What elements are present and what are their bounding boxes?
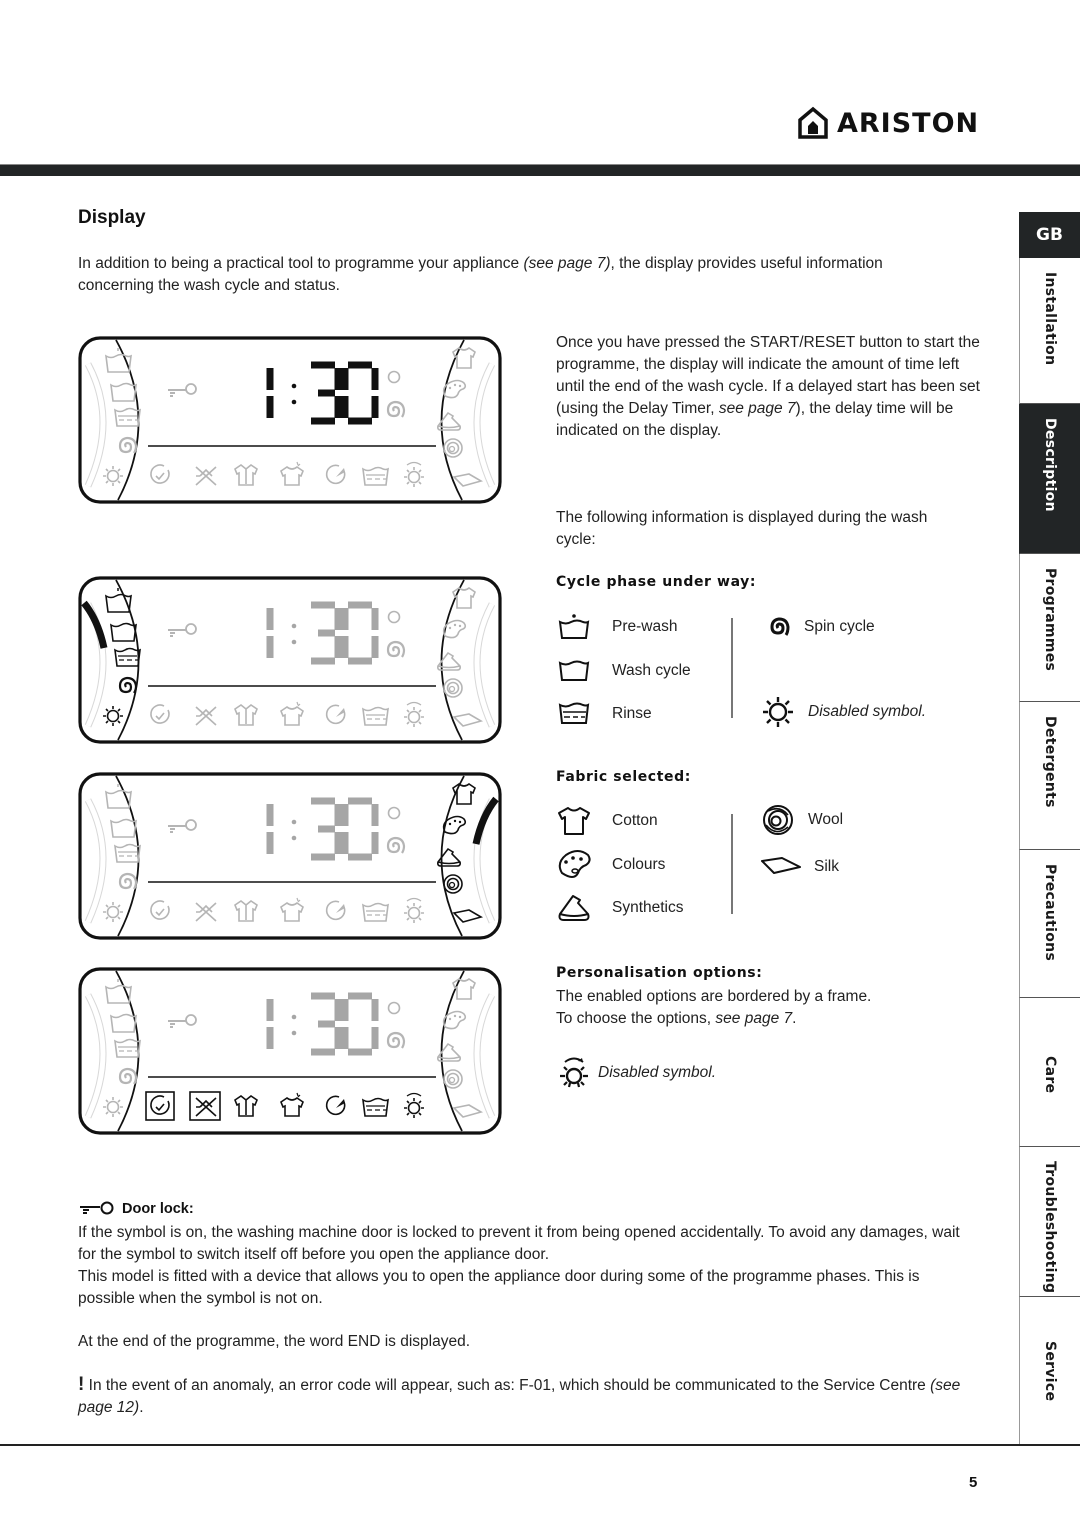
- legend-spin: Spin cycle: [760, 612, 875, 642]
- cycle-phase-heading: Cycle phase under way:: [556, 574, 757, 590]
- legend-label: Disabled symbol.: [598, 1064, 717, 1081]
- legend-disabled: Disabled symbol.: [760, 697, 926, 727]
- door-lock-key-icon: [80, 1201, 114, 1215]
- personalisation-heading: Personalisation options:: [556, 965, 763, 981]
- legend-option-disabled: Disabled symbol.: [556, 1057, 717, 1088]
- column-divider: [731, 618, 733, 718]
- legend-label: Wash cycle: [612, 662, 691, 679]
- house-logo-icon: [798, 106, 828, 139]
- legend-label: Spin cycle: [804, 618, 875, 635]
- colon-dot: [291, 639, 297, 645]
- display-explanation: Once you have pressed the START/RESET bu…: [556, 332, 991, 442]
- legend-prewash: Pre-wash: [556, 612, 677, 642]
- header-bar: [0, 164, 1080, 176]
- display-panel-fabric: [78, 772, 502, 940]
- tab-service[interactable]: Service: [1019, 1297, 1080, 1445]
- prewash-tub-icon: [556, 612, 592, 642]
- tab-description[interactable]: Description: [1019, 404, 1080, 554]
- rinse-tub-icon: [556, 699, 592, 729]
- tab-installation[interactable]: Installation: [1019, 258, 1080, 404]
- tab-detergents[interactable]: Detergents: [1019, 702, 1080, 850]
- legend-silk: Silk: [760, 852, 839, 882]
- tab-troubleshooting[interactable]: Troubleshooting: [1019, 1147, 1080, 1297]
- legend-label: Synthetics: [612, 899, 684, 916]
- page-number: 5: [969, 1474, 978, 1491]
- page-reference: (see page 7): [523, 255, 611, 272]
- intro-paragraph: In addition to being a practical tool to…: [78, 253, 958, 297]
- door-lock-paragraph-1: If the symbol is on, the washing machine…: [78, 1224, 960, 1263]
- legend-colours: Colours: [556, 850, 665, 880]
- tab-precautions[interactable]: Precautions: [1019, 850, 1080, 998]
- page-title: Display: [78, 207, 146, 228]
- silk-icon: [760, 852, 802, 882]
- legend-label: Cotton: [612, 812, 658, 829]
- legend-label: Disabled symbol.: [808, 703, 927, 720]
- column-divider: [731, 814, 733, 914]
- legend-label: Wool: [808, 811, 844, 828]
- legend-label: Pre-wash: [612, 618, 678, 635]
- intro-text: In addition to being a practical tool to…: [78, 255, 524, 272]
- tab-label: Installation: [1042, 272, 1058, 366]
- legend-synthetics: Synthetics: [556, 893, 684, 923]
- colon-dot: [291, 1014, 297, 1020]
- wool-icon: [760, 805, 796, 835]
- ariston-logo: ARISTON: [797, 106, 979, 140]
- personalisation-text: To choose the options,: [556, 1010, 716, 1027]
- door-lock-title: Door lock:: [122, 1201, 194, 1217]
- personalisation-note: The enabled options are bordered by a fr…: [556, 988, 872, 1005]
- warning-note: ! In the event of an anomaly, an error c…: [78, 1374, 978, 1419]
- page-reference: see page 7: [718, 400, 796, 417]
- colon-dot: [291, 623, 297, 629]
- cotton-shirt-icon: [556, 806, 592, 836]
- legend-cotton: Cotton: [556, 806, 658, 836]
- warning-text-end: .: [139, 1399, 144, 1416]
- colon-dot: [291, 835, 297, 841]
- display-frame: [78, 772, 502, 940]
- tab-label: Care: [1042, 1056, 1058, 1094]
- legend-wool: Wool: [760, 805, 843, 835]
- legend-rinse: Rinse: [556, 699, 652, 729]
- colon-dot: [291, 399, 297, 405]
- tab-programmes[interactable]: Programmes: [1019, 554, 1080, 702]
- legend-label: Colours: [612, 856, 666, 873]
- colours-palette-icon: [556, 850, 592, 880]
- warning-text: In the event of an anomaly, an error cod…: [84, 1377, 931, 1394]
- personalisation-text-end: .: [792, 1010, 797, 1027]
- footer-rule: [0, 1444, 1080, 1446]
- display-panel-phase: [78, 576, 502, 744]
- display-panel-options: [78, 967, 502, 1135]
- tab-label: Precautions: [1042, 864, 1058, 962]
- language-tab[interactable]: GB: [1019, 212, 1080, 258]
- colon-dot: [291, 1030, 297, 1036]
- personalisation-ref: To choose the options, see page 7.: [556, 1008, 991, 1030]
- legend-label: Rinse: [612, 705, 652, 722]
- spin-spiral-icon: [760, 612, 796, 642]
- sun-disabled-icon: [760, 697, 796, 727]
- tab-label: Description: [1042, 418, 1058, 512]
- legend-label: Silk: [814, 858, 839, 875]
- page-reference: see page 7: [715, 1010, 793, 1027]
- door-lock-paragraph-2: This model is fitted with a device that …: [78, 1268, 920, 1307]
- tab-label: Troubleshooting: [1042, 1161, 1058, 1294]
- brand-name: ARISTON: [837, 107, 980, 139]
- legend-wash: Wash cycle: [556, 656, 691, 686]
- info-intro: The following information is displayed d…: [556, 509, 928, 548]
- tab-label: Programmes: [1042, 568, 1058, 672]
- display-panel-time: [78, 336, 502, 504]
- wash-tub-icon: [556, 656, 592, 686]
- end-note: At the end of the programme, the word EN…: [78, 1333, 471, 1350]
- display-frame: [78, 967, 502, 1135]
- fabric-heading: Fabric selected:: [556, 769, 691, 785]
- display-frame: [78, 336, 502, 504]
- sun-rotate-disabled-icon: [556, 1057, 592, 1088]
- colon-dot: [291, 819, 297, 825]
- tab-label: Detergents: [1042, 716, 1058, 808]
- tab-care[interactable]: Care: [1019, 998, 1080, 1147]
- tab-label: Service: [1042, 1341, 1058, 1402]
- synthetics-icon: [556, 893, 592, 923]
- colon-dot: [291, 383, 297, 389]
- door-lock-heading: Door lock:: [78, 1201, 194, 1217]
- display-frame: [78, 576, 502, 744]
